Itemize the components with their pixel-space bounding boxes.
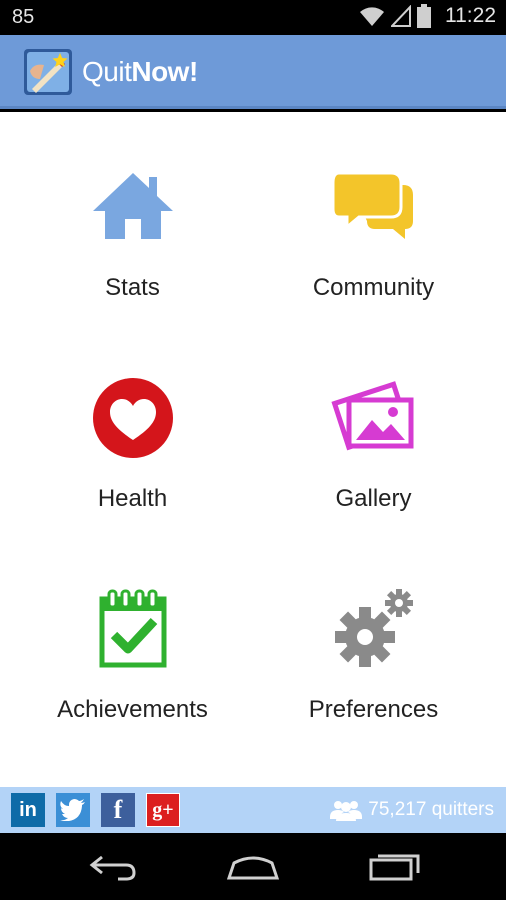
house-icon <box>92 173 173 239</box>
app-title-bold: Now! <box>131 56 198 87</box>
signal-icon <box>391 5 411 27</box>
main-menu: Stats Community Health Gallery Achieveme… <box>0 112 506 787</box>
menu-item-achievements[interactable]: Achievements <box>6 534 259 745</box>
status-bar: 85 11:22 <box>0 0 506 35</box>
app-bar: QuitNow! <box>0 35 506 109</box>
menu-label-community: Community <box>312 274 435 301</box>
twitter-icon[interactable] <box>56 793 90 827</box>
heart-icon <box>92 378 173 458</box>
facebook-icon[interactable]: f <box>101 793 135 827</box>
gears-icon <box>334 589 413 667</box>
app-title-light: Quit <box>82 56 132 87</box>
menu-label-achievements: Achievements <box>57 696 208 723</box>
google-plus-icon[interactable]: g+ <box>146 793 180 827</box>
photos-icon <box>330 381 413 451</box>
facebook-icon-text: f <box>113 795 123 824</box>
menu-item-preferences[interactable]: Preferences <box>247 534 500 745</box>
menu-label-gallery: Gallery <box>335 485 412 512</box>
menu-label-stats: Stats <box>105 274 160 301</box>
menu-item-gallery[interactable]: Gallery <box>247 323 500 534</box>
recent-apps-icon[interactable] <box>368 851 422 881</box>
footer-bar: in f g+ 75,217 quitters <box>0 787 506 833</box>
twitter-bird-icon <box>60 799 85 821</box>
status-icons: 11:22 <box>359 4 496 28</box>
wifi-icon <box>360 7 384 26</box>
quitters-counter: 75,217 quitters <box>330 799 494 821</box>
quitters-count: 75,217 quitters <box>368 799 494 820</box>
battery-icon <box>417 4 431 28</box>
menu-item-health[interactable]: Health <box>6 323 259 534</box>
status-notification-count: 85 <box>12 6 35 28</box>
chat-bubbles-icon <box>331 171 413 239</box>
status-time: 11:22 <box>445 4 496 27</box>
quitnow-logo[interactable] <box>24 49 72 95</box>
menu-item-stats[interactable]: Stats <box>6 112 259 323</box>
back-icon[interactable] <box>88 851 138 881</box>
navigation-bar <box>0 833 506 900</box>
calendar-check-icon <box>99 589 166 668</box>
linkedin-icon[interactable]: in <box>11 793 45 827</box>
home-icon[interactable] <box>226 851 280 881</box>
linkedin-icon-text: in <box>19 798 37 821</box>
google-plus-icon-text: g+ <box>152 798 174 821</box>
app-title: QuitNow! <box>82 56 198 88</box>
menu-label-preferences: Preferences <box>308 696 439 723</box>
menu-item-community[interactable]: Community <box>247 112 500 323</box>
users-icon <box>330 801 363 821</box>
menu-label-health: Health <box>97 485 168 512</box>
